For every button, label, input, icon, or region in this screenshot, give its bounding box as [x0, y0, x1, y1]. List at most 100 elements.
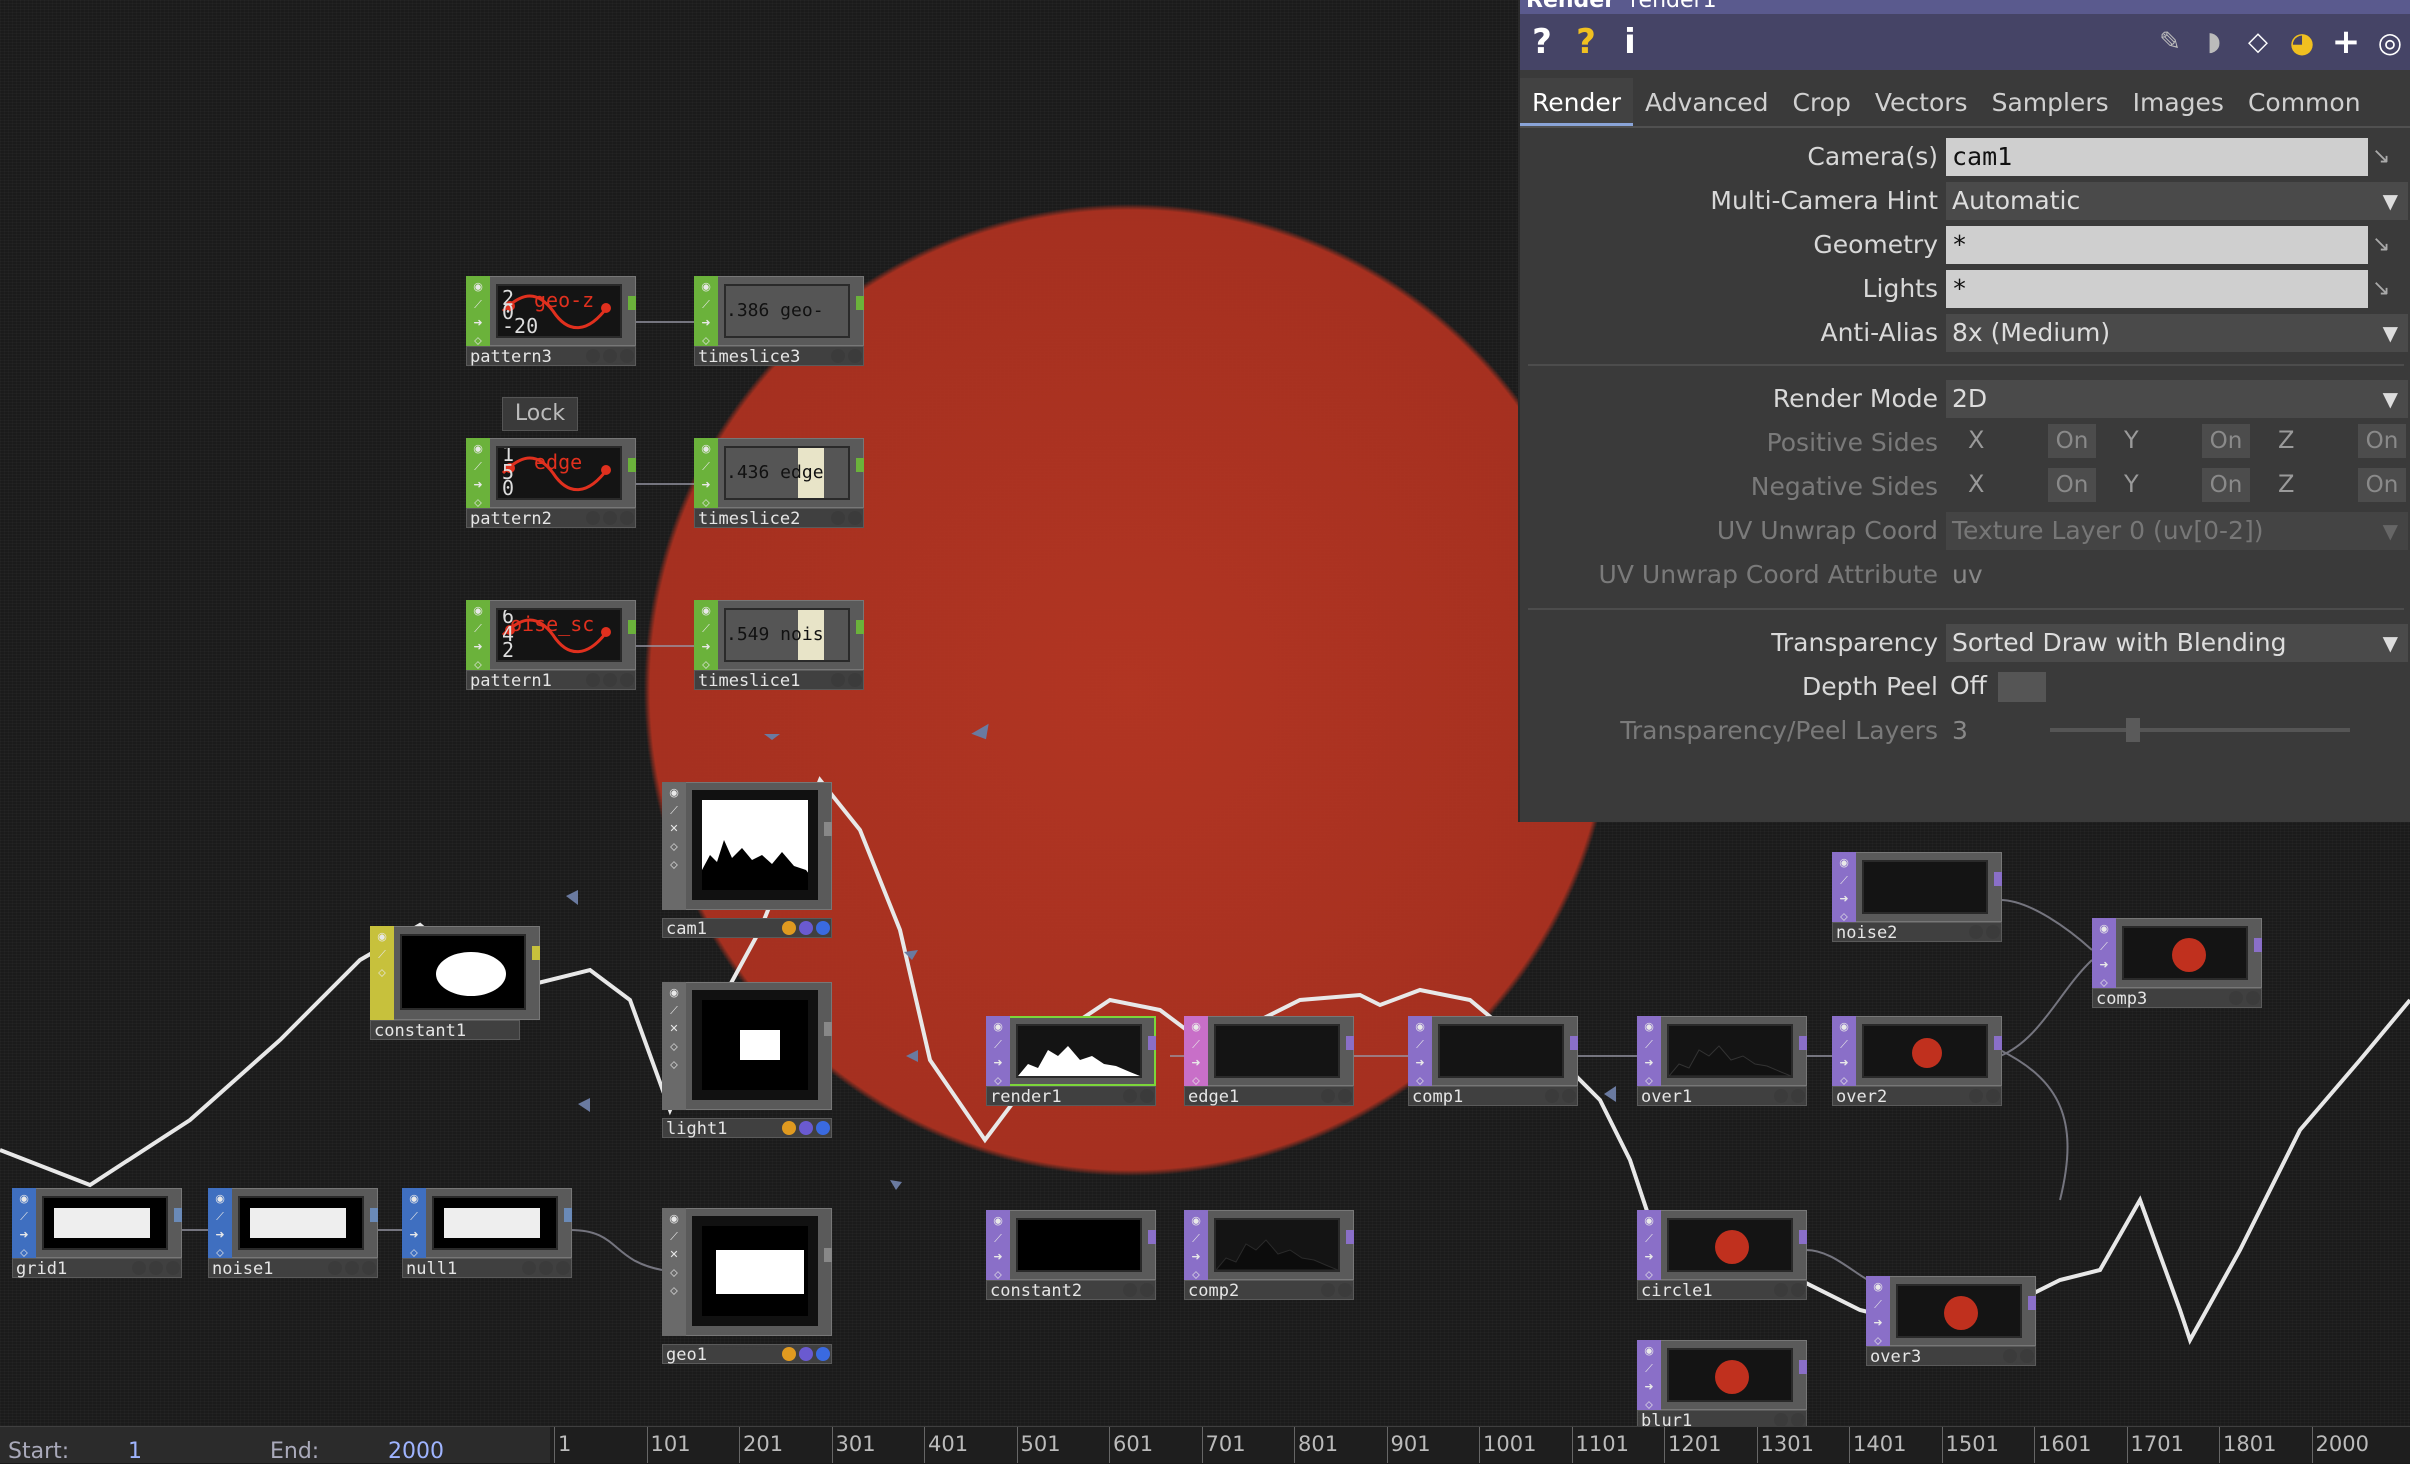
- anti-alias-menu[interactable]: 8x (Medium) ▼: [1946, 314, 2408, 352]
- node-over2[interactable]: ◉ ⟋ ➜ ⬦ over2: [1832, 1016, 2002, 1107]
- comment-icon[interactable]: ◗: [2192, 27, 2236, 57]
- axis-z-label: Z: [2278, 426, 2295, 454]
- tab-images[interactable]: Images: [2121, 78, 2236, 126]
- python-help-icon[interactable]: ?: [1564, 22, 1608, 62]
- timeline-tick: 701: [1201, 1427, 1246, 1463]
- over2-viewer: [1862, 1024, 1988, 1078]
- geometry-field[interactable]: *: [1946, 226, 2368, 264]
- param-anti-alias: Anti-Alias 8x (Medium) ▼: [1520, 312, 2410, 354]
- tab-vectors[interactable]: Vectors: [1863, 78, 1980, 126]
- timeline-tick: 1601: [2034, 1427, 2091, 1463]
- tab-crop[interactable]: Crop: [1781, 78, 1863, 126]
- drag-arrow-icon[interactable]: ↘: [2372, 276, 2406, 306]
- node-constant2[interactable]: ◉ ⟋ ➜ ⬦ constant2: [986, 1210, 1156, 1301]
- positive-z-toggle[interactable]: On: [2358, 424, 2406, 458]
- lights-field[interactable]: *: [1946, 270, 2368, 308]
- info-icon[interactable]: i: [1608, 22, 1652, 62]
- render-mode-menu[interactable]: 2D ▼: [1946, 380, 2408, 418]
- timeline-tick: 401: [924, 1427, 968, 1463]
- timeslice3-viewer: .386 geo-: [724, 284, 850, 338]
- depth-peel-toggle[interactable]: Off: [1946, 668, 2046, 704]
- node-pattern3[interactable]: ◉ ⟋ ➜ ⬦ geo-z 2 0 -20 pattern3: [466, 276, 636, 367]
- timeline-tick: 101: [646, 1427, 691, 1463]
- node-cam1[interactable]: ◉ ⟋ ✕ ⬦ ⬦ cam1: [662, 782, 832, 946]
- geo1-viewer: [692, 1216, 818, 1326]
- node-edge1[interactable]: ◉ ⟋ ➜ ⬦ edge1: [1184, 1016, 1354, 1107]
- divider: [1528, 608, 2404, 610]
- node-over3[interactable]: ◉ ⟋ ➜ ⬦ over3: [1866, 1276, 2036, 1367]
- tab-render[interactable]: Render: [1520, 78, 1634, 126]
- over1-viewer: [1667, 1024, 1793, 1078]
- node-noise2[interactable]: ◉ ⟋ ➜ ⬦ noise2: [1832, 852, 2002, 943]
- peel-layers-value[interactable]: 3: [1952, 716, 1968, 745]
- timeline-tick: 801: [1294, 1427, 1338, 1463]
- multi-camera-hint-menu[interactable]: Automatic ▼: [1946, 182, 2408, 220]
- timeslice1-value: .549 nois: [726, 624, 824, 645]
- param-tabs: Render Advanced Crop Vectors Samplers Im…: [1520, 78, 2410, 128]
- positive-x-toggle[interactable]: On: [2048, 424, 2096, 458]
- axis-x-label: X: [1968, 470, 1985, 498]
- node-over1[interactable]: ◉ ⟋ ➜ ⬦ over1: [1637, 1016, 1807, 1107]
- node-light1[interactable]: ◉ ⟋ ✕ ⬦ ⬦ light1: [662, 982, 832, 1146]
- node-noise1[interactable]: ◉ ⟋ ➜ ⬦ noise1: [208, 1188, 378, 1279]
- comp1-viewer: [1438, 1024, 1564, 1078]
- node-timeslice3[interactable]: ◉ ⟋ ➜ ⬦ .386 geo- timeslice3: [694, 276, 864, 367]
- axis-y-label: Y: [2124, 426, 2139, 454]
- node-timeslice1[interactable]: ◉ ⟋ ➜ ⬦ .549 nois timeslice1: [694, 600, 864, 691]
- help-icon[interactable]: ?: [1520, 22, 1564, 62]
- negative-x-toggle[interactable]: On: [2048, 468, 2096, 502]
- circle1-viewer: [1667, 1218, 1793, 1272]
- menu-value: 8x (Medium): [1952, 318, 2111, 347]
- tab-common[interactable]: Common: [2236, 78, 2373, 126]
- positive-y-toggle[interactable]: On: [2202, 424, 2250, 458]
- light1-viewer: [692, 990, 818, 1100]
- peel-layers-slider[interactable]: [2050, 718, 2350, 742]
- comp2-viewer: [1214, 1218, 1340, 1272]
- node-null1[interactable]: ◉ ⟋ ➜ ⬦ null1: [402, 1188, 572, 1279]
- timeslice3-value: .386 geo-: [726, 300, 824, 321]
- drag-arrow-icon[interactable]: ↘: [2372, 144, 2406, 174]
- chevron-down-icon: ▼: [2382, 519, 2398, 543]
- uv-attr-value[interactable]: uv: [1952, 560, 1983, 589]
- timeline-bar[interactable]: Start: 1 End: 2000 1 101 201 301 401 501 601 70…: [0, 1426, 2410, 1464]
- node-pattern1[interactable]: ◉ ⟋ ➜ ⬦ oise_sc 6 4 2 pattern1: [466, 600, 636, 691]
- op-name-label: render1: [1630, 0, 1717, 13]
- add-icon[interactable]: +: [2324, 22, 2368, 62]
- timeline-tick: 1201: [1664, 1427, 1721, 1463]
- cam1-viewer: [692, 790, 818, 900]
- transparency-menu[interactable]: Sorted Draw with Blending ▼: [1946, 624, 2408, 662]
- noise1-viewer: [238, 1196, 364, 1250]
- parameter-panel[interactable]: Render render1 ? ? i ✎ ◗ ◇ ◕ + ◎ Render …: [1518, 0, 2410, 822]
- node-geo1[interactable]: ◉ ⟋ ✕ ⬦ ⬦ geo1: [662, 1208, 832, 1372]
- eraser-icon[interactable]: ◇: [2236, 27, 2280, 57]
- constant1-viewer: [400, 934, 526, 1010]
- end-value[interactable]: 2000: [388, 1439, 444, 1464]
- node-constant1[interactable]: ◉ ⟋ ⬦ constant1: [370, 926, 540, 1041]
- frame-ruler[interactable]: 1 101 201 301 401 501 601 701 801 901 1001 1101 1201…: [550, 1427, 2410, 1463]
- node-comp3[interactable]: ◉ ⟋ ➜ ⬦ comp3: [2092, 918, 2262, 1009]
- python-icon[interactable]: ◕: [2280, 26, 2324, 59]
- node-render1[interactable]: ◉ ⟋ ➜ ⬦ render1: [986, 1016, 1156, 1107]
- negative-z-toggle[interactable]: On: [2358, 468, 2406, 502]
- pattern1-viewer: oise_sc 6 4 2: [496, 608, 622, 662]
- timeline-tick: 1501: [1941, 1427, 1999, 1463]
- noise2-viewer: [1862, 860, 1988, 914]
- node-blur1[interactable]: ◉ ⟋ ➜ ⬦ blur1: [1637, 1340, 1807, 1431]
- param-uv-unwrap-attr: UV Unwrap Coord Attribute uv: [1520, 554, 2410, 596]
- drag-arrow-icon[interactable]: ↘: [2372, 232, 2406, 262]
- node-grid1[interactable]: ◉ ⟋ ➜ ⬦ grid1: [12, 1188, 182, 1279]
- node-timeslice2[interactable]: ◉ ⟋ ➜ ⬦ .436 edge timeslice2: [694, 438, 864, 529]
- edit-icon[interactable]: ✎: [2148, 27, 2192, 57]
- node-comp2[interactable]: ◉ ⟋ ➜ ⬦ comp2: [1184, 1210, 1354, 1301]
- start-value[interactable]: 1: [128, 1439, 142, 1464]
- tab-advanced[interactable]: Advanced: [1633, 78, 1781, 126]
- uv-unwrap-coord-menu[interactable]: Texture Layer 0 (uv[0-2]) ▼: [1946, 512, 2408, 550]
- target-icon[interactable]: ◎: [2368, 26, 2410, 59]
- menu-value: Texture Layer 0 (uv[0-2]): [1952, 516, 2264, 545]
- cameras-field[interactable]: cam1: [1946, 138, 2368, 176]
- tab-samplers[interactable]: Samplers: [1980, 78, 2121, 126]
- node-circle1[interactable]: ◉ ⟋ ➜ ⬦ circle1: [1637, 1210, 1807, 1301]
- negative-y-toggle[interactable]: On: [2202, 468, 2250, 502]
- node-comp1[interactable]: ◉ ⟋ ➜ ⬦ comp1: [1408, 1016, 1578, 1107]
- node-pattern2[interactable]: ◉ ⟋ ➜ ⬦ edge 1 5 0 pattern2: [466, 438, 636, 529]
